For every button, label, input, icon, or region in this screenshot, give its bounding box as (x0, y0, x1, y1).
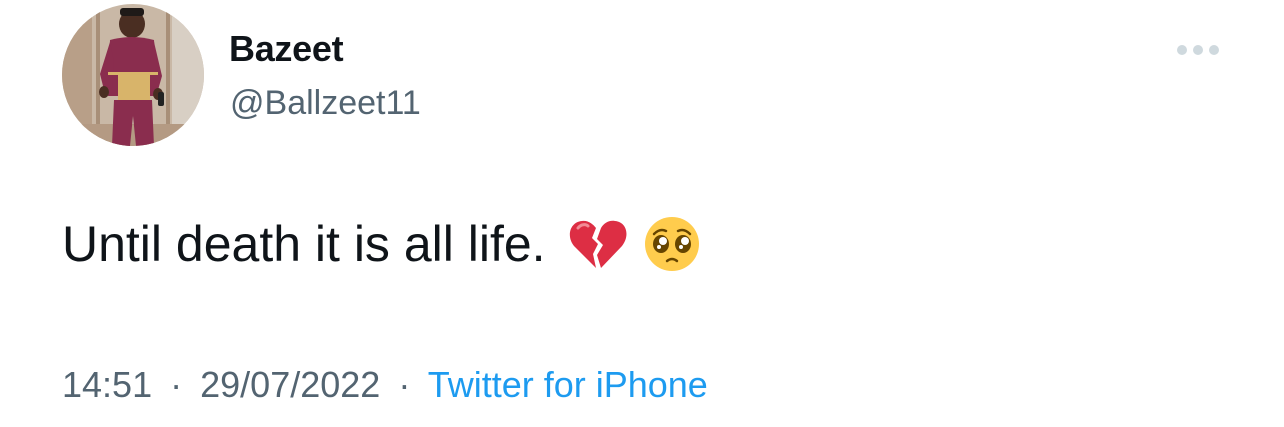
tweet-time[interactable]: 14:51 (62, 364, 152, 405)
tweet-text: Until death it is all life. (62, 214, 702, 274)
display-name[interactable]: Bazeet (229, 28, 344, 70)
avatar[interactable] (62, 4, 204, 146)
pleading-face-emoji (642, 214, 702, 274)
more-dots-icon (1177, 45, 1219, 55)
tweet-card: Bazeet @Ballzeet11 Until death it is all… (0, 0, 1284, 427)
avatar-photo (62, 4, 204, 146)
broken-heart-emoji (568, 214, 628, 274)
tweet-meta: 14:51 · 29/07/2022 · Twitter for iPhone (62, 364, 708, 406)
tweet-date[interactable]: 29/07/2022 (200, 364, 380, 405)
meta-separator: · (398, 364, 411, 405)
tweet-text-content: Until death it is all life. (62, 216, 546, 272)
tweet-source-link[interactable]: Twitter for iPhone (428, 364, 708, 405)
user-handle[interactable]: @Ballzeet11 (230, 84, 421, 123)
more-options-button[interactable] (1172, 36, 1224, 64)
meta-separator: · (170, 364, 183, 405)
